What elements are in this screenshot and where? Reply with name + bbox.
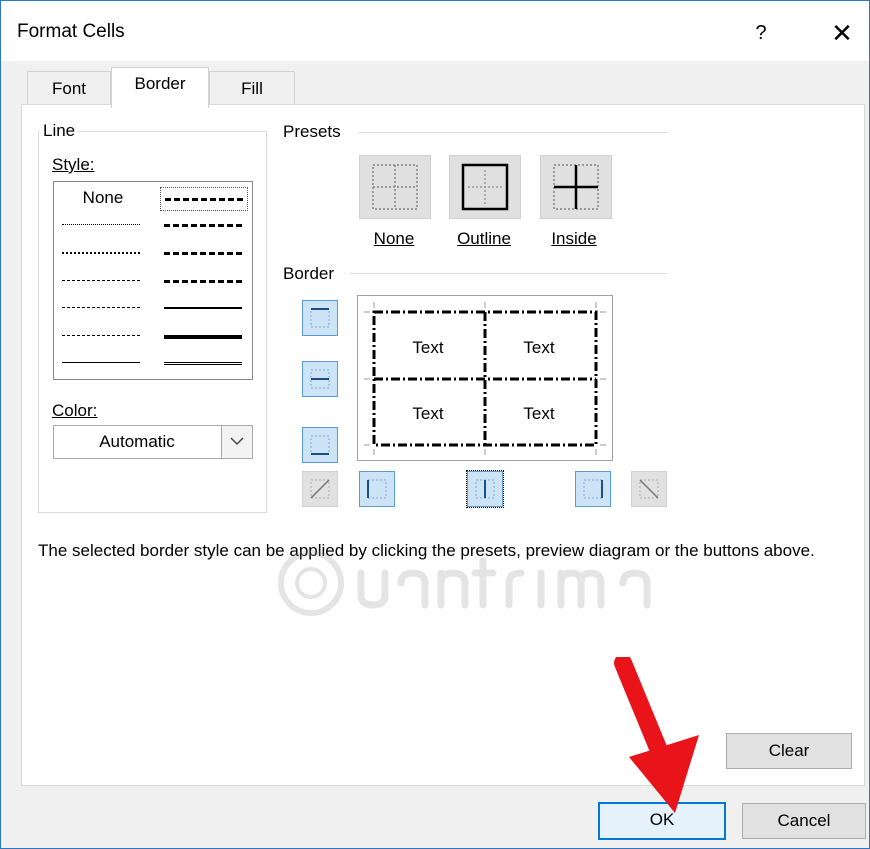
- diagonal-down-icon: [639, 479, 659, 499]
- close-button[interactable]: ✕: [819, 15, 865, 51]
- style-label: Style:: [52, 155, 95, 174]
- dialog-title: Format Cells: [17, 21, 125, 42]
- line-style-medium-dashed[interactable]: [160, 270, 246, 292]
- presets-separator: [358, 132, 668, 133]
- presets-group-label: Presets: [280, 122, 344, 142]
- title-bar: Format Cells ? ✕: [1, 1, 869, 61]
- red-arrow-pointer: [614, 657, 699, 813]
- color-dropdown-value: Automatic: [99, 432, 175, 451]
- line-style-thin[interactable]: [58, 352, 144, 374]
- line-style-medium-dash-dot[interactable]: [160, 242, 246, 264]
- border-group-label: Border: [280, 264, 338, 284]
- line-style-dotted[interactable]: [58, 242, 144, 264]
- preset-outline-icon: [461, 163, 509, 211]
- preset-inside-icon: [553, 164, 599, 210]
- preset-none-label: None: [373, 229, 415, 248]
- line-style-double[interactable]: [160, 352, 246, 374]
- line-style-medium[interactable]: [160, 297, 246, 319]
- border-inside-vertical-icon: [475, 479, 495, 499]
- color-label: Color:: [52, 401, 98, 420]
- line-style-medium-dash-dot-dot-selected[interactable]: [160, 187, 248, 211]
- border-bottom-button[interactable]: [302, 427, 338, 463]
- tab-font[interactable]: Font: [27, 71, 111, 106]
- line-style-dashed[interactable]: [58, 325, 144, 347]
- clear-button[interactable]: Clear: [726, 733, 852, 769]
- border-inside-horizontal-button[interactable]: [302, 361, 338, 397]
- line-style-thick[interactable]: [160, 325, 246, 347]
- border-separator: [350, 273, 668, 274]
- preview-cell-text: Text: [523, 404, 555, 423]
- line-style-slant-dash-dot[interactable]: [160, 214, 246, 236]
- watermark-logo: [278, 550, 651, 616]
- line-style-none[interactable]: None: [60, 187, 146, 209]
- line-style-dash-dot-dot[interactable]: [58, 270, 144, 292]
- preset-none-button[interactable]: [359, 155, 431, 219]
- chevron-down-icon[interactable]: [221, 426, 252, 458]
- line-style-list: None: [53, 181, 253, 380]
- preset-inside-button[interactable]: [540, 155, 612, 219]
- border-inside-vertical-button[interactable]: [466, 470, 504, 508]
- preset-inside-label: Inside: [551, 229, 597, 248]
- help-button[interactable]: ?: [741, 15, 781, 51]
- cancel-button[interactable]: Cancel: [742, 803, 866, 839]
- line-style-dash-dot[interactable]: [58, 297, 144, 319]
- preset-outline-label: Outline: [457, 229, 511, 248]
- format-cells-dialog: Format Cells ? ✕ Font Border Fill Line S…: [0, 0, 870, 849]
- preview-cell-text: Text: [523, 338, 555, 357]
- preview-cell-text: Text: [412, 404, 444, 423]
- border-top-button[interactable]: [302, 300, 338, 336]
- border-tab-panel: Line Style: None Color: Automatic Preset…: [21, 104, 865, 786]
- border-preview-lines: [364, 302, 606, 455]
- border-right-icon: [583, 479, 603, 499]
- border-left-button[interactable]: [359, 471, 395, 507]
- border-diagonal-up-button[interactable]: [302, 471, 338, 507]
- line-group-label: Line: [40, 121, 79, 141]
- border-left-icon: [367, 479, 387, 499]
- border-bottom-icon: [310, 435, 330, 455]
- border-top-icon: [310, 308, 330, 328]
- preview-cell-text: Text: [412, 338, 444, 357]
- color-dropdown[interactable]: Automatic: [53, 425, 253, 459]
- diagonal-up-icon: [310, 479, 330, 499]
- border-inside-horizontal-icon: [310, 369, 330, 389]
- tab-fill[interactable]: Fill: [209, 71, 295, 106]
- line-style-hair[interactable]: [58, 214, 144, 236]
- tab-border[interactable]: Border: [111, 67, 209, 108]
- border-diagonal-down-button[interactable]: [631, 471, 667, 507]
- preset-none-icon: [372, 164, 418, 210]
- border-right-button[interactable]: [575, 471, 611, 507]
- border-preview-diagram[interactable]: Text Text Text Text: [357, 295, 613, 461]
- preset-outline-button[interactable]: [449, 155, 521, 219]
